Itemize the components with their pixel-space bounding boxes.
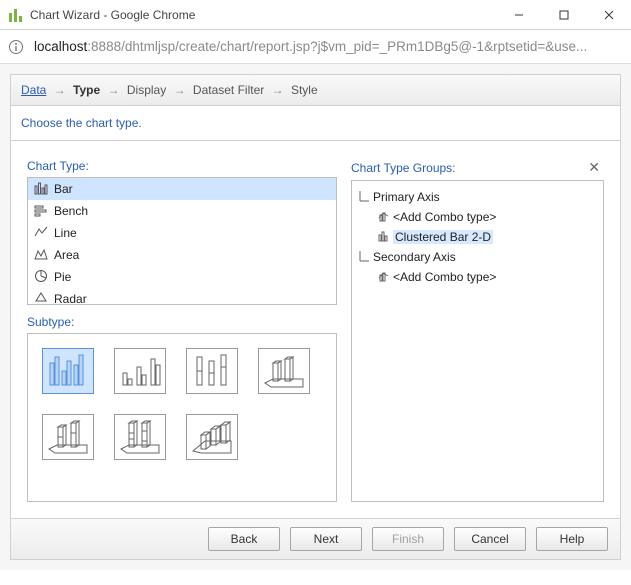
chart-type-label-text: Line <box>54 226 77 240</box>
prompt-text: Choose the chart type. <box>10 105 621 141</box>
tree-label: <Add Combo type> <box>393 210 496 224</box>
bar-icon <box>34 181 48 198</box>
breadcrumb-style: Style <box>291 83 318 97</box>
bar-icon <box>378 230 390 245</box>
breadcrumb-arrow-icon: → <box>174 83 186 97</box>
chart-type-list[interactable]: Bar Bench Line Area Pie <box>27 177 337 305</box>
subtype-stacked-bar-3d[interactable] <box>42 414 94 460</box>
pie-icon <box>34 269 48 286</box>
finish-button: Finish <box>372 527 444 551</box>
tree-add-combo-secondary[interactable]: <Add Combo type> <box>358 267 597 287</box>
subtype-bar-3d-depth[interactable] <box>186 414 238 460</box>
line-icon <box>34 225 48 242</box>
breadcrumb-dataset-filter: Dataset Filter <box>193 83 264 97</box>
subtype-clustered-bar-staggered[interactable] <box>114 348 166 394</box>
chart-type-label-text: Radar <box>54 292 87 305</box>
breadcrumb-arrow-icon: → <box>54 83 66 97</box>
subtype-clustered-bar-3d[interactable] <box>258 348 310 394</box>
breadcrumb-arrow-icon: → <box>272 83 284 97</box>
url-text[interactable]: localhost:8888/dhtmljsp/create/chart/rep… <box>34 39 623 54</box>
tree-secondary-axis[interactable]: Secondary Axis <box>358 247 597 267</box>
tree-label: Primary Axis <box>373 190 440 204</box>
tree-label: Secondary Axis <box>373 250 456 264</box>
combo-icon <box>378 270 390 285</box>
app-icon <box>8 7 24 23</box>
axis-icon <box>358 190 370 205</box>
radar-icon <box>34 291 48 306</box>
help-button[interactable]: Help <box>536 527 608 551</box>
address-bar: localhost:8888/dhtmljsp/create/chart/rep… <box>0 30 631 64</box>
chart-type-groups-label: Chart Type Groups: <box>351 161 456 175</box>
subtype-label: Subtype: <box>27 315 337 329</box>
back-button[interactable]: Back <box>208 527 280 551</box>
chart-type-area[interactable]: Area <box>28 244 336 266</box>
close-button[interactable] <box>586 0 631 29</box>
subtype-stacked-bar-2d[interactable] <box>186 348 238 394</box>
minimize-button[interactable] <box>496 0 541 29</box>
subtype-percent-stacked-3d[interactable] <box>114 414 166 460</box>
chart-type-label-text: Bar <box>54 182 73 196</box>
tree-add-combo-primary[interactable]: <Add Combo type> <box>358 207 597 227</box>
cancel-button[interactable]: Cancel <box>454 527 526 551</box>
maximize-button[interactable] <box>541 0 586 29</box>
chart-type-pie[interactable]: Pie <box>28 266 336 288</box>
url-host: localhost <box>34 39 87 54</box>
next-button[interactable]: Next <box>290 527 362 551</box>
chart-type-radar[interactable]: Radar <box>28 288 336 305</box>
chart-type-bar[interactable]: Bar <box>28 178 336 200</box>
axis-icon <box>358 250 370 265</box>
groups-tree[interactable]: Primary Axis <Add Combo type> Clustered … <box>351 180 604 502</box>
tree-label: Clustered Bar 2-D <box>393 230 493 244</box>
chart-type-bench[interactable]: Bench <box>28 200 336 222</box>
tree-label: <Add Combo type> <box>393 270 496 284</box>
site-info-icon[interactable] <box>8 39 24 55</box>
subtype-grid <box>27 333 337 502</box>
bench-icon <box>34 203 48 220</box>
chart-type-line[interactable]: Line <box>28 222 336 244</box>
chart-type-label-text: Area <box>54 248 79 262</box>
breadcrumb-display: Display <box>127 83 166 97</box>
window-title: Chart Wizard - Google Chrome <box>30 8 496 22</box>
subtype-clustered-bar-2d[interactable] <box>42 348 94 394</box>
window-titlebar: Chart Wizard - Google Chrome <box>0 0 631 30</box>
breadcrumb-type: Type <box>73 83 100 97</box>
tree-clustered-bar[interactable]: Clustered Bar 2-D <box>358 227 597 247</box>
area-icon <box>34 247 48 264</box>
footer: Back Next Finish Cancel Help <box>10 519 621 560</box>
close-panel-icon[interactable]: ✕ <box>584 159 604 176</box>
chart-type-label-text: Bench <box>54 204 88 218</box>
breadcrumb-arrow-icon: → <box>108 83 120 97</box>
breadcrumb-data[interactable]: Data <box>21 83 46 97</box>
breadcrumb: Data → Type → Display → Dataset Filter →… <box>10 74 621 105</box>
chart-type-label-text: Pie <box>54 270 71 284</box>
combo-icon <box>378 210 390 225</box>
tree-primary-axis[interactable]: Primary Axis <box>358 187 597 207</box>
url-path: :8888/dhtmljsp/create/chart/report.jsp?j… <box>87 39 587 54</box>
chart-type-label: Chart Type: <box>27 159 337 173</box>
